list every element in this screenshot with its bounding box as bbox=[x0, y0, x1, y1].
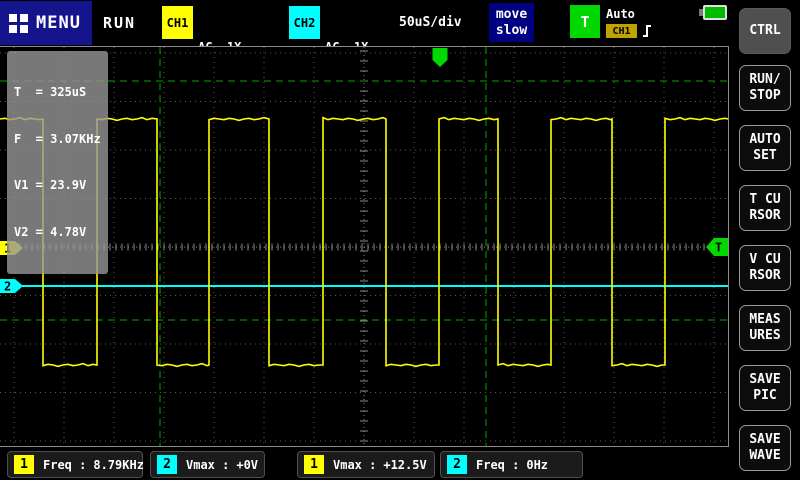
sidebar-button-ctrl[interactable]: CTRL bbox=[739, 8, 791, 54]
sidebar-button-save-wave[interactable]: SAVE WAVE bbox=[739, 425, 791, 471]
trigger-button[interactable]: T bbox=[570, 5, 600, 38]
measure-line-v1: V1 = 23.9V bbox=[14, 178, 101, 194]
measurement-label: Vmax : bbox=[333, 458, 376, 472]
trigger-rising-edge-icon[interactable] bbox=[642, 23, 652, 43]
measurement-value: 8.79KHz bbox=[93, 458, 144, 472]
measurement-label: Freq : bbox=[43, 458, 86, 472]
sidebar-button-run-stop[interactable]: RUN/ STOP bbox=[739, 65, 791, 111]
measurement-item-0: 1 Freq : 8.79KHz bbox=[7, 451, 143, 478]
measure-line-t: T = 325uS bbox=[14, 85, 101, 101]
measurement-item-2: 1 Vmax : +12.5V bbox=[297, 451, 435, 478]
sidebar-button-measures[interactable]: MEAS URES bbox=[739, 305, 791, 351]
time-per-div-label[interactable]: 50uS/div bbox=[399, 15, 462, 30]
channel-badge: 2 bbox=[447, 455, 467, 474]
move-mode-button[interactable]: move slow bbox=[489, 3, 534, 42]
measurement-label: Freq : bbox=[476, 458, 519, 472]
menu-grid-icon bbox=[9, 14, 28, 33]
trigger-position-marker[interactable] bbox=[433, 48, 448, 67]
ch1-badge[interactable]: CH1 bbox=[162, 6, 193, 39]
ch2-position-marker-label: 2 bbox=[4, 280, 11, 294]
measurement-item-3: 2 Freq : 0Hz bbox=[440, 451, 583, 478]
ch1-trace bbox=[0, 118, 728, 367]
acquisition-status: RUN bbox=[103, 14, 136, 32]
measurement-item-1: 2 Vmax : +0V bbox=[150, 451, 265, 478]
battery-icon bbox=[703, 5, 727, 20]
waveform-display-area[interactable]: 12T T = 325uS F = 3.07KHz V1 = 23.9V V2 … bbox=[0, 46, 729, 447]
sidebar-button-t-cursor[interactable]: T CU RSOR bbox=[739, 185, 791, 231]
menu-button[interactable]: MENU bbox=[0, 1, 92, 45]
sidebar-button-auto-set[interactable]: AUTO SET bbox=[739, 125, 791, 171]
oscilloscope-screen: MENU RUN CH1 AC 1X 5V/div CH2 AC 1X 1V/d… bbox=[0, 0, 800, 480]
trigger-level-label: T bbox=[715, 241, 722, 255]
channel-badge: 1 bbox=[14, 455, 34, 474]
measurement-value: +12.5V bbox=[383, 458, 426, 472]
trigger-mode-label[interactable]: Auto bbox=[606, 7, 635, 21]
sidebar-button-save-pic[interactable]: SAVE PIC bbox=[739, 365, 791, 411]
sidebar-button-v-cursor[interactable]: V CU RSOR bbox=[739, 245, 791, 291]
menu-label: MENU bbox=[36, 13, 81, 33]
measurement-value: +0V bbox=[236, 458, 258, 472]
channel-badge: 1 bbox=[304, 455, 324, 474]
measurement-value: 0Hz bbox=[526, 458, 548, 472]
ch2-badge[interactable]: CH2 bbox=[289, 6, 320, 39]
trigger-source-badge[interactable]: CH1 bbox=[606, 24, 637, 38]
top-bar: MENU RUN CH1 AC 1X 5V/div CH2 AC 1X 1V/d… bbox=[0, 0, 730, 46]
channel-badge: 2 bbox=[157, 455, 177, 474]
sidebar-menu: CTRL RUN/ STOP AUTO SET T CU RSOR V CU RSOR M… bbox=[730, 0, 800, 480]
measurement-label: Vmax : bbox=[186, 458, 229, 472]
measurement-bar: 1 Freq : 8.79KHz 2 Vmax : +0V 1 Vmax : +12.5V 2 Fr… bbox=[0, 447, 730, 480]
measure-line-f: F = 3.07KHz bbox=[14, 132, 101, 148]
cursor-measurement-overlay: T = 325uS F = 3.07KHz V1 = 23.9V V2 = 4.… bbox=[7, 51, 108, 274]
measure-line-v2: V2 = 4.78V bbox=[14, 225, 101, 241]
scope-canvas[interactable]: 12T bbox=[0, 47, 728, 446]
